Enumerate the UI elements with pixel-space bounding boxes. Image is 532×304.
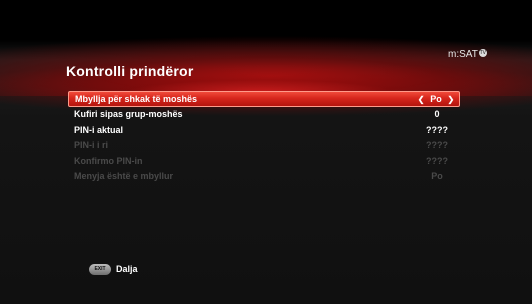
exit-button-icon[interactable]: EXIT	[89, 264, 111, 276]
menu-item-age-group-limit[interactable]: Kufiri sipas grup-moshës 0	[68, 107, 460, 123]
menu-item-value: 0	[434, 109, 440, 119]
right-arrow-icon[interactable]: ❯	[448, 93, 455, 107]
brand-logo: m:SAT TV	[448, 49, 487, 60]
menu-item-value: Po	[431, 171, 443, 181]
top-black-bar	[0, 0, 532, 8]
settings-menu: Mbyllja për shkak të moshës ❮ Po ❯ Kufir…	[68, 91, 460, 185]
menu-item-value: ????	[426, 124, 448, 135]
menu-item-value: Po	[430, 94, 442, 104]
value-selector[interactable]: ❮ Po ❯	[413, 92, 459, 107]
menu-item-current-pin[interactable]: PIN-i aktual ????	[68, 123, 460, 139]
menu-item-value: ????	[426, 155, 448, 166]
menu-item-confirm-pin: Konfirmo PIN-in ????	[68, 154, 460, 170]
tv-screen: Kontrolli prindëror m:SAT TV Mbyllja për …	[0, 0, 532, 304]
left-arrow-icon[interactable]: ❮	[418, 93, 425, 107]
menu-item-age-lock[interactable]: Mbyllja për shkak të moshës ❮ Po ❯	[68, 91, 460, 107]
menu-item-menu-locked: Menyja është e mbyllur Po	[68, 169, 460, 185]
page-title: Kontrolli prindëror	[66, 63, 194, 79]
brand-badge-icon: TV	[478, 49, 487, 57]
menu-item-value: ????	[426, 140, 448, 150]
brand-name: m:SAT	[448, 49, 478, 60]
footer-hint: EXIT Dalja	[89, 262, 138, 276]
menu-item-new-pin: PIN-i i ri ????	[68, 138, 460, 154]
exit-label: Dalja	[116, 264, 138, 274]
